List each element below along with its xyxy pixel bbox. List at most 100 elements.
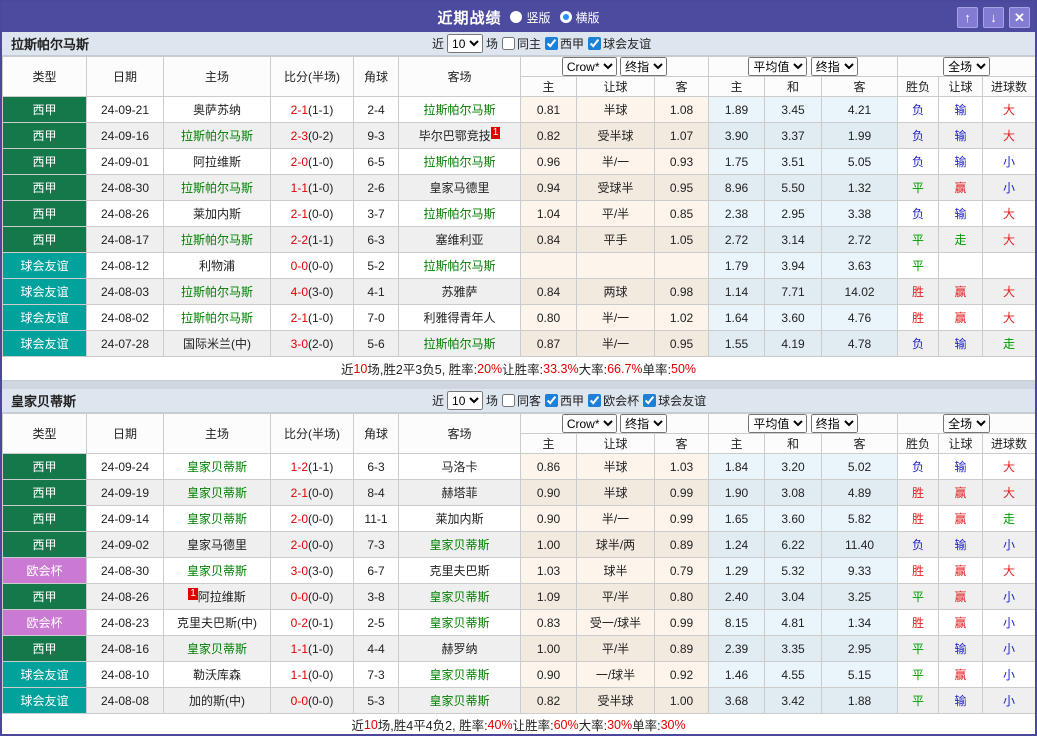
score-cell: 1-1(1-0) bbox=[271, 175, 354, 201]
goals-result-cell: 小 bbox=[983, 532, 1036, 558]
league-filter[interactable]: 西甲 bbox=[544, 392, 584, 409]
final-odds-select[interactable]: 终指 bbox=[620, 414, 667, 433]
layout-radio-horizontal[interactable]: 横版 bbox=[560, 9, 600, 26]
fulltime-select[interactable]: 全场 bbox=[943, 414, 990, 433]
league-checkbox[interactable] bbox=[588, 394, 601, 407]
away-odds-cell: 0.99 bbox=[655, 610, 709, 636]
league-filter[interactable]: 西甲 bbox=[544, 35, 584, 52]
match-type-cell: 西甲 bbox=[3, 175, 87, 201]
average-select[interactable]: 平均值 bbox=[748, 414, 807, 433]
handicap-result-cell: 赢 bbox=[939, 584, 983, 610]
team-label: 拉斯帕尔马斯 bbox=[181, 181, 253, 195]
summary-segment: 场,胜4平4负2, 胜率: bbox=[378, 715, 488, 734]
final-odds-select-2[interactable]: 终指 bbox=[811, 57, 858, 76]
sub-away-odds: 客 bbox=[655, 77, 709, 97]
league-filter[interactable]: 欧会杯 bbox=[587, 392, 639, 409]
handicap-result-cell: 输 bbox=[939, 123, 983, 149]
filter-bar: 拉斯帕尔马斯 近10场同主西甲球会友谊 bbox=[2, 32, 1035, 56]
match-row: 欧会杯24-08-30皇家贝蒂斯3-0(3-0)6-7克里夫巴斯1.03球半0.… bbox=[3, 558, 1036, 584]
match-type-cell: 西甲 bbox=[3, 532, 87, 558]
team-label: 莱加内斯 bbox=[435, 512, 483, 526]
recent-count-select[interactable]: 10 bbox=[447, 391, 483, 410]
radio-selected-icon[interactable] bbox=[560, 11, 572, 23]
league-checkbox[interactable] bbox=[545, 394, 558, 407]
fulltime-score: 2-2 bbox=[291, 233, 308, 247]
match-date-cell: 24-08-26 bbox=[87, 201, 164, 227]
league-filter[interactable]: 球会友谊 bbox=[642, 392, 706, 409]
matches-label: 场 bbox=[486, 392, 498, 409]
fulltime-score: 3-0 bbox=[291, 337, 308, 351]
avg-home-cell: 1.14 bbox=[709, 279, 765, 305]
league-filter[interactable]: 球会友谊 bbox=[587, 35, 651, 52]
home-team-cell: 皇家马德里 bbox=[164, 532, 271, 558]
avg-draw-cell: 3.45 bbox=[765, 97, 822, 123]
team-label: 阿拉维斯 bbox=[193, 155, 241, 169]
fulltime-score: 2-3 bbox=[291, 129, 308, 143]
goals-result-cell: 走 bbox=[983, 331, 1036, 357]
sub-handicap: 让球 bbox=[577, 434, 655, 454]
close-button[interactable]: ✕ bbox=[1009, 7, 1030, 28]
score-cell: 4-0(3-0) bbox=[271, 279, 354, 305]
same-venue-filter[interactable]: 同客 bbox=[501, 392, 541, 409]
final-odds-select-2[interactable]: 终指 bbox=[811, 414, 858, 433]
col-date: 日期 bbox=[87, 414, 164, 454]
corner-cell: 7-3 bbox=[354, 532, 399, 558]
home-team-cell: 加的斯(中) bbox=[164, 688, 271, 714]
avg-away-cell: 5.15 bbox=[822, 662, 898, 688]
halftime-score: (1-1) bbox=[308, 103, 333, 117]
home-odds-cell: 0.84 bbox=[521, 279, 577, 305]
same-venue-filter[interactable]: 同主 bbox=[501, 35, 541, 52]
move-down-button[interactable]: ↓ bbox=[983, 7, 1004, 28]
league-checkbox[interactable] bbox=[643, 394, 656, 407]
rank-badge: 1 bbox=[491, 127, 501, 139]
avg-draw-cell: 4.19 bbox=[765, 331, 822, 357]
summary-segment: 30% bbox=[661, 718, 686, 732]
radio-circle-icon[interactable] bbox=[510, 11, 522, 23]
fulltime-score: 1-1 bbox=[291, 668, 308, 682]
score-cell: 1-2(1-1) bbox=[271, 454, 354, 480]
home-team-cell: 拉斯帕尔马斯 bbox=[164, 279, 271, 305]
avg-away-cell: 2.95 bbox=[822, 636, 898, 662]
match-row: 西甲24-08-261阿拉维斯0-0(0-0)3-8皇家贝蒂斯1.09平/半0.… bbox=[3, 584, 1036, 610]
home-team-cell: 阿拉维斯 bbox=[164, 149, 271, 175]
away-team-cell: 皇家贝蒂斯 bbox=[399, 610, 521, 636]
bookmaker-select[interactable]: Crow* bbox=[562, 57, 617, 76]
corner-cell: 6-5 bbox=[354, 149, 399, 175]
team-label: 克里夫巴斯(中) bbox=[177, 616, 257, 630]
team-label: 拉斯帕尔马斯 bbox=[181, 233, 253, 247]
match-row: 西甲24-09-19皇家贝蒂斯2-1(0-0)8-4赫塔菲0.90半球0.991… bbox=[3, 480, 1036, 506]
bookmaker-select[interactable]: Crow* bbox=[562, 414, 617, 433]
recent-count-select[interactable]: 10 bbox=[447, 34, 483, 53]
match-row: 西甲24-09-14皇家贝蒂斯2-0(0-0)11-1莱加内斯0.90半/一0.… bbox=[3, 506, 1036, 532]
halftime-score: (1-0) bbox=[308, 311, 333, 325]
winloss-result-cell: 负 bbox=[898, 201, 939, 227]
league-checkbox[interactable] bbox=[588, 37, 601, 50]
match-row: 球会友谊24-08-03拉斯帕尔马斯4-0(3-0)4-1苏雅萨0.84两球0.… bbox=[3, 279, 1036, 305]
summary-segment: 大率: bbox=[579, 359, 607, 378]
match-type-cell: 球会友谊 bbox=[3, 331, 87, 357]
league-checkbox[interactable] bbox=[545, 37, 558, 50]
team-label: 奥萨苏纳 bbox=[193, 103, 241, 117]
matches-body: 西甲24-09-24皇家贝蒂斯1-2(1-1)6-3马洛卡0.86半球1.031… bbox=[3, 454, 1036, 714]
handicap-cell: 半/一 bbox=[577, 149, 655, 175]
winloss-result-cell: 平 bbox=[898, 253, 939, 279]
team-label: 皇家贝蒂斯 bbox=[187, 642, 247, 656]
same-venue-checkbox[interactable] bbox=[502, 394, 515, 407]
average-select[interactable]: 平均值 bbox=[748, 57, 807, 76]
final-odds-select[interactable]: 终指 bbox=[620, 57, 667, 76]
home-odds-cell: 0.96 bbox=[521, 149, 577, 175]
handicap-cell: 球半/两 bbox=[577, 532, 655, 558]
handicap-cell: 半球 bbox=[577, 480, 655, 506]
same-venue-checkbox[interactable] bbox=[502, 37, 515, 50]
team-label: 拉斯帕尔马斯 bbox=[423, 155, 495, 169]
away-odds-cell: 0.99 bbox=[655, 506, 709, 532]
layout-radio-vertical[interactable]: 竖版 bbox=[510, 9, 550, 26]
handicap-result-cell: 输 bbox=[939, 454, 983, 480]
sub-goals: 进球数 bbox=[983, 77, 1036, 97]
fulltime-select[interactable]: 全场 bbox=[943, 57, 990, 76]
home-odds-cell: 1.04 bbox=[521, 201, 577, 227]
away-odds-cell: 0.93 bbox=[655, 149, 709, 175]
move-up-button[interactable]: ↑ bbox=[957, 7, 978, 28]
handicap-cell: 平/半 bbox=[577, 584, 655, 610]
goals-result-cell bbox=[983, 253, 1036, 279]
